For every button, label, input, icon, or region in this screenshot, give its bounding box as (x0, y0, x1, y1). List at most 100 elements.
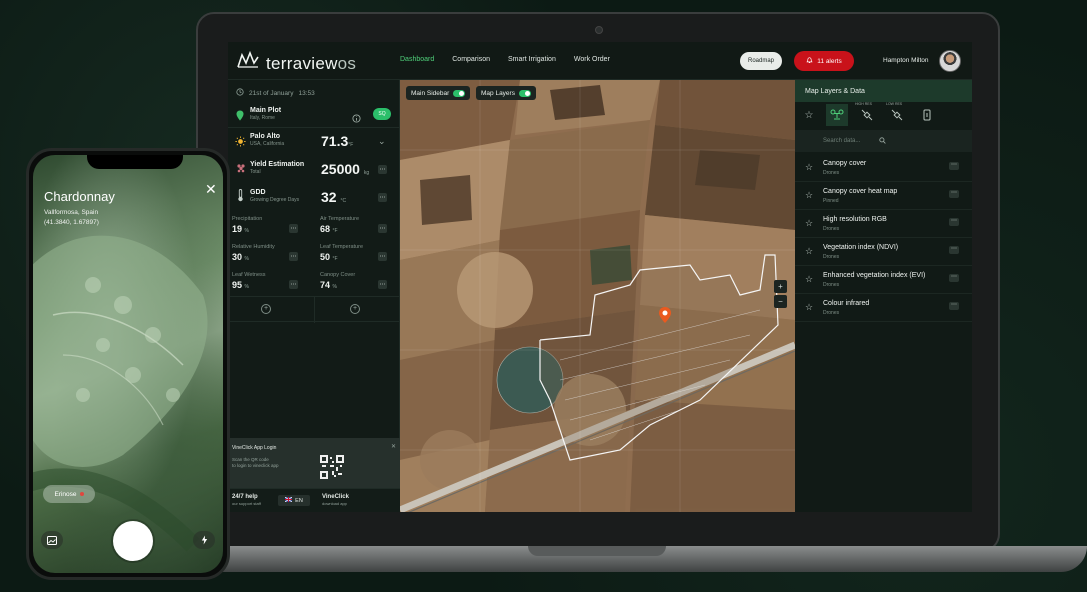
metric-value: 19 % (232, 224, 249, 234)
toggle-switch[interactable] (453, 89, 466, 97)
add-metric-icon[interactable]: + (350, 304, 360, 314)
support-link[interactable]: 24/7 help our support staff (232, 494, 261, 506)
metric-more-button[interactable]: ⋯ (378, 224, 387, 233)
laptop-notch (528, 546, 666, 556)
zoom-out-button[interactable]: − (774, 295, 787, 308)
yield-sub: Total (250, 169, 261, 175)
language-selector[interactable]: EN (278, 495, 310, 506)
metric-more-button[interactable]: ⋯ (378, 252, 387, 261)
satellite-low-res-tab-icon[interactable] (886, 104, 908, 126)
metric-value: 68 °F (320, 224, 338, 234)
layer-item[interactable]: ☆ Canopy cover heat map Pinned ⋯ (795, 182, 972, 210)
nav-smart-irrigation[interactable]: Smart Irrigation (508, 56, 556, 63)
star-icon[interactable]: ☆ (805, 218, 813, 229)
toggle-switch[interactable] (518, 89, 531, 97)
metric-more-button[interactable]: ⋯ (289, 252, 298, 261)
close-icon[interactable]: ✕ (391, 443, 396, 450)
favorites-tab-star-icon[interactable]: ☆ (798, 104, 820, 126)
star-icon[interactable]: ☆ (805, 302, 813, 313)
bell-icon (806, 56, 813, 66)
alerts-button[interactable]: 11 alerts (794, 51, 854, 71)
info-icon[interactable] (352, 110, 361, 128)
chevron-down-icon[interactable]: ⌄ (378, 136, 386, 147)
time-text: 13:53 (298, 89, 315, 97)
layer-item[interactable]: ☆ Enhanced vegetation index (EVI) Drones… (795, 266, 972, 294)
layer-source: Drones (823, 310, 840, 316)
yield-more-button[interactable]: ⋯ (378, 165, 387, 174)
gallery-icon[interactable] (41, 531, 63, 549)
low-res-tag: LOW RES (886, 102, 903, 106)
layer-source: Pinned (823, 198, 839, 204)
metric-more-button[interactable]: ⋯ (289, 224, 298, 233)
flag-icon (284, 496, 293, 504)
map-layers-label: Map Layers (481, 89, 515, 97)
star-icon[interactable]: ☆ (805, 246, 813, 257)
metric-label: Air Temperature (320, 216, 360, 222)
map-pin-icon (236, 108, 244, 126)
logo[interactable]: terraviewos (236, 50, 356, 76)
layer-item[interactable]: ☆ Canopy cover Drones ⋯ (795, 154, 972, 182)
location-title: Palo Alto (250, 133, 281, 140)
plot-badge[interactable]: SQ (373, 108, 391, 120)
sensor-tab-icon[interactable] (916, 104, 938, 126)
more-options-button[interactable]: ⋯ (949, 190, 959, 198)
metric-more-button[interactable]: ⋯ (378, 280, 387, 289)
more-options-button[interactable]: ⋯ (949, 302, 959, 310)
metric-label: Precipitation (232, 216, 263, 222)
layer-item[interactable]: ☆ High resolution RGB Drones ⋯ (795, 210, 972, 238)
star-icon[interactable]: ☆ (805, 190, 813, 201)
status-dot (79, 492, 84, 496)
vineclick-login-card: VineClick App Login Scan the QR code to … (228, 438, 400, 488)
metric-more-button[interactable]: ⋯ (289, 280, 298, 289)
more-options-button[interactable]: ⋯ (949, 162, 959, 170)
add-metric-row (228, 296, 400, 323)
search-input[interactable]: Search data... (795, 130, 972, 152)
top-bar: terraviewos Dashboard Comparison Smart I… (228, 42, 972, 80)
flash-icon[interactable] (193, 531, 215, 549)
more-options-button[interactable]: ⋯ (949, 246, 959, 254)
drone-tab-icon[interactable] (826, 104, 848, 126)
close-icon[interactable]: ✕ (205, 181, 217, 198)
map-marker-icon[interactable] (658, 306, 672, 329)
vineclick-download-link[interactable]: VineClick download app (322, 494, 349, 506)
grapes-icon (236, 161, 246, 179)
map-layers-toggle[interactable]: Map Layers (476, 86, 536, 100)
zoom-in-button[interactable]: + (774, 280, 787, 293)
plot-selector[interactable]: Main Plot Italy, Rome SQ (228, 102, 400, 128)
user-name[interactable]: Hampton Milton (883, 57, 929, 64)
add-metric-icon[interactable]: + (261, 304, 271, 314)
satellite-map[interactable]: Main Sidebar Map Layers + − (400, 80, 795, 512)
star-icon[interactable]: ☆ (805, 274, 813, 285)
satellite-high-res-tab-icon[interactable] (856, 104, 878, 126)
star-icon[interactable]: ☆ (805, 162, 813, 173)
variety-title: Chardonnay (44, 189, 115, 204)
nav-dashboard[interactable]: Dashboard (400, 56, 434, 63)
alerts-label: 11 alerts (817, 57, 842, 65)
main-nav: Dashboard Comparison Smart Irrigation Wo… (400, 56, 610, 63)
detection-chip[interactable]: Erinose (43, 485, 95, 503)
roadmap-button[interactable]: Roadmap (740, 52, 782, 70)
gdd-more-button[interactable]: ⋯ (378, 193, 387, 202)
metric-label: Canopy Cover (320, 272, 356, 278)
nav-comparison[interactable]: Comparison (452, 56, 490, 63)
shutter-button[interactable] (113, 521, 153, 561)
search-placeholder: Search data... (823, 138, 861, 144)
metric-label: Leaf Temperature (320, 244, 364, 250)
layer-item[interactable]: ☆ Vegetation index (NDVI) Drones ⋯ (795, 238, 972, 266)
plot-sub: Italy, Rome (250, 115, 275, 121)
avatar[interactable] (939, 50, 961, 72)
login-card-text: to login to vineclick app (232, 463, 279, 468)
layer-name: Enhanced vegetation index (EVI) (823, 272, 926, 279)
gdd-value: 32 °C (321, 189, 347, 205)
more-options-button[interactable]: ⋯ (949, 218, 959, 226)
main-sidebar-toggle[interactable]: Main Sidebar (406, 86, 471, 100)
more-options-button[interactable]: ⋯ (949, 274, 959, 282)
layer-name: Canopy cover (823, 160, 867, 167)
layer-name: High resolution RGB (823, 216, 887, 223)
search-icon[interactable] (879, 137, 886, 146)
plot-title: Main Plot (250, 107, 282, 114)
gdd-title: GDD (250, 189, 266, 196)
layer-item[interactable]: ☆ Colour infrared Drones ⋯ (795, 294, 972, 322)
weather-row[interactable]: Palo Alto USA, California 71.3°F ⌄ (228, 128, 400, 156)
nav-work-order[interactable]: Work Order (574, 56, 610, 63)
